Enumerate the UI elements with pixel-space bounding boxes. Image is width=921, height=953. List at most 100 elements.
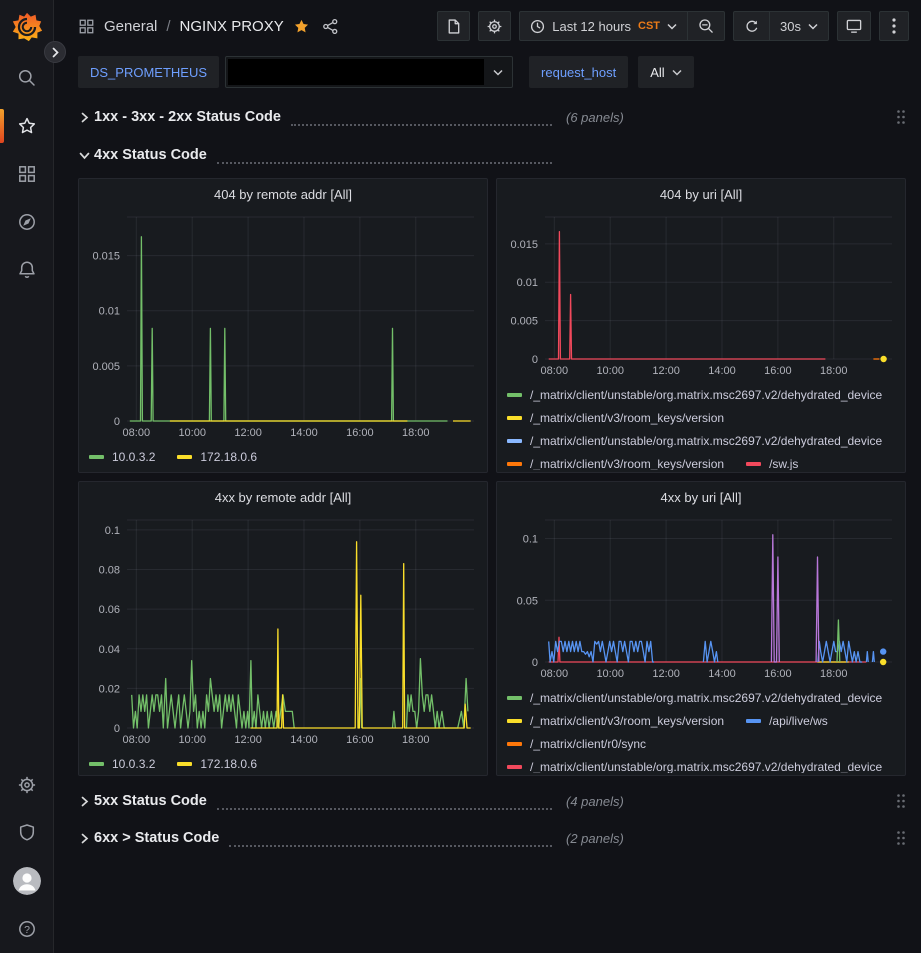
- row-drag-handle[interactable]: [896, 109, 906, 125]
- sidebar-item-help[interactable]: ?: [0, 905, 53, 953]
- svg-text:10:00: 10:00: [596, 668, 624, 680]
- chevron-right-icon: [78, 111, 94, 124]
- svg-text:0.01: 0.01: [517, 277, 538, 289]
- sidebar-item-server-admin[interactable]: [0, 809, 53, 857]
- legend-label: /_matrix/client/v3/room_keys/version: [530, 714, 724, 728]
- row-title: 6xx > Status Code: [94, 830, 219, 846]
- panel-legend: 10.0.3.2 172.18.0.6: [87, 749, 479, 776]
- time-range-picker[interactable]: Last 12 hours CST: [520, 12, 687, 40]
- refresh-interval-picker[interactable]: 30s: [769, 12, 828, 40]
- variables-row: DS_PROMETHEUS request_host All: [54, 52, 921, 92]
- timeseries-chart[interactable]: 00.050.108:0010:0012:0014:0016:0018:00: [505, 512, 899, 683]
- sidebar-item-profile[interactable]: [0, 857, 53, 905]
- svg-text:0.005: 0.005: [510, 316, 538, 328]
- legend-item[interactable]: /_matrix/client/unstable/org.matrix.msc2…: [507, 691, 882, 705]
- legend-item[interactable]: /_matrix/client/r0/sync: [507, 737, 646, 751]
- legend-row: 10.0.3.2 172.18.0.6: [89, 752, 479, 775]
- svg-text:0.015: 0.015: [510, 239, 538, 251]
- datasource-select[interactable]: [225, 56, 513, 88]
- legend-item[interactable]: 172.18.0.6: [177, 450, 257, 464]
- row-drag-handle[interactable]: [896, 793, 906, 809]
- sidebar-item-starred[interactable]: [0, 102, 53, 150]
- sidebar-item-configuration[interactable]: [0, 761, 53, 809]
- legend-item[interactable]: /api/live/ws: [746, 714, 828, 728]
- refresh-button[interactable]: [734, 12, 769, 40]
- row-dots-leader: [291, 118, 552, 126]
- panel-title[interactable]: 404 by uri [All]: [505, 179, 897, 209]
- legend-label: /_matrix/client/v3/room_keys/version: [530, 411, 724, 425]
- avatar-icon: [13, 867, 41, 895]
- legend-swatch: [507, 719, 522, 723]
- legend-item[interactable]: /sw.js: [746, 457, 798, 471]
- cycle-view-mode-button[interactable]: [837, 11, 871, 41]
- legend-row: /_matrix/client/v3/room_keys/version: [507, 406, 897, 429]
- legend-item[interactable]: 172.18.0.6: [177, 757, 257, 771]
- legend-swatch: [507, 416, 522, 420]
- svg-text:18:00: 18:00: [820, 668, 848, 680]
- legend-item[interactable]: /_matrix/client/v3/room_keys/version: [507, 714, 724, 728]
- dashboard-settings-button[interactable]: [478, 11, 511, 41]
- monitor-icon: [845, 17, 863, 35]
- clock-icon: [530, 19, 545, 34]
- redacted-value: [228, 59, 484, 85]
- row-header-1xx-3xx-2xx[interactable]: 1xx - 3xx - 2xx Status Code (6 panels): [78, 102, 906, 132]
- legend-item[interactable]: 10.0.3.2: [89, 450, 155, 464]
- sidebar-item-dashboards[interactable]: [0, 150, 53, 198]
- host-variable-select[interactable]: All: [638, 56, 693, 88]
- row-header-6xx[interactable]: 6xx > Status Code (2 panels): [78, 823, 906, 853]
- zoom-out-time-button[interactable]: [687, 12, 724, 40]
- breadcrumb-folder[interactable]: General: [104, 18, 157, 35]
- share-button[interactable]: [322, 18, 339, 35]
- row-header-4xx[interactable]: 4xx Status Code: [78, 140, 906, 170]
- main-area: General / NGINX PROXY: [54, 0, 921, 953]
- timeseries-chart[interactable]: 00.0050.010.01508:0010:0012:0014:0016:00…: [87, 209, 481, 442]
- favorite-star-button[interactable]: [293, 18, 310, 35]
- row-drag-handle[interactable]: [896, 830, 906, 846]
- timeseries-chart[interactable]: 00.0050.010.01508:0010:0012:0014:0016:00…: [505, 209, 899, 380]
- panel-title[interactable]: 404 by remote addr [All]: [87, 179, 479, 209]
- panel-legend: /_matrix/client/unstable/org.matrix.msc2…: [505, 683, 897, 773]
- sidebar-bottom: ?: [0, 761, 53, 953]
- legend-swatch: [507, 439, 522, 443]
- legend-item[interactable]: /_matrix/client/v3/room_keys/version: [507, 411, 724, 425]
- share-icon: [322, 18, 339, 35]
- legend-item[interactable]: /_matrix/client/unstable/org.matrix.msc2…: [507, 434, 882, 448]
- host-variable-value: All: [650, 65, 664, 80]
- panel-title[interactable]: 4xx by uri [All]: [505, 482, 897, 512]
- chevron-down-icon: [667, 23, 677, 30]
- legend-item[interactable]: /_matrix/client/unstable/org.matrix.msc2…: [507, 760, 882, 774]
- svg-text:0: 0: [114, 723, 120, 735]
- save-dashboard-button[interactable]: [437, 11, 470, 41]
- legend-label: /_matrix/client/unstable/org.matrix.msc2…: [530, 691, 882, 705]
- legend-item[interactable]: /_matrix/client/unstable/org.matrix.msc2…: [507, 388, 882, 402]
- svg-text:0.1: 0.1: [523, 534, 538, 546]
- dashboard-title[interactable]: NGINX PROXY: [180, 18, 284, 35]
- timezone-label: CST: [638, 20, 660, 32]
- svg-text:0.06: 0.06: [99, 604, 120, 616]
- svg-text:?: ?: [24, 924, 30, 936]
- panel-4xx-by-remote-addr: 4xx by remote addr [All] 00.020.040.060.…: [78, 481, 488, 776]
- chevron-right-icon: [78, 832, 94, 845]
- svg-text:14:00: 14:00: [708, 365, 736, 377]
- sidebar-item-search[interactable]: [0, 54, 53, 102]
- svg-text:18:00: 18:00: [402, 734, 430, 746]
- refresh-icon: [744, 19, 759, 34]
- legend-row: /_matrix/client/v3/room_keys/version/sw.…: [507, 452, 897, 470]
- chevron-right-icon: [51, 47, 60, 58]
- more-options-button[interactable]: [879, 11, 909, 41]
- chevron-right-icon: [78, 795, 94, 808]
- legend-item[interactable]: 10.0.3.2: [89, 757, 155, 771]
- svg-text:08:00: 08:00: [123, 734, 151, 746]
- svg-text:18:00: 18:00: [820, 365, 848, 377]
- sidebar-item-explore[interactable]: [0, 198, 53, 246]
- panel-title[interactable]: 4xx by remote addr [All]: [87, 482, 479, 512]
- sidebar-item-alerting[interactable]: [0, 246, 53, 294]
- grafana-logo-icon: [10, 10, 44, 44]
- legend-item[interactable]: /_matrix/client/v3/room_keys/version: [507, 457, 724, 471]
- legend-swatch: [507, 742, 522, 746]
- row-header-5xx[interactable]: 5xx Status Code (4 panels): [78, 786, 906, 816]
- sidebar-expand-button[interactable]: [44, 41, 66, 63]
- legend-swatch: [177, 762, 192, 766]
- timeseries-chart[interactable]: 00.020.040.060.080.108:0010:0012:0014:00…: [87, 512, 481, 749]
- svg-text:10:00: 10:00: [596, 365, 624, 377]
